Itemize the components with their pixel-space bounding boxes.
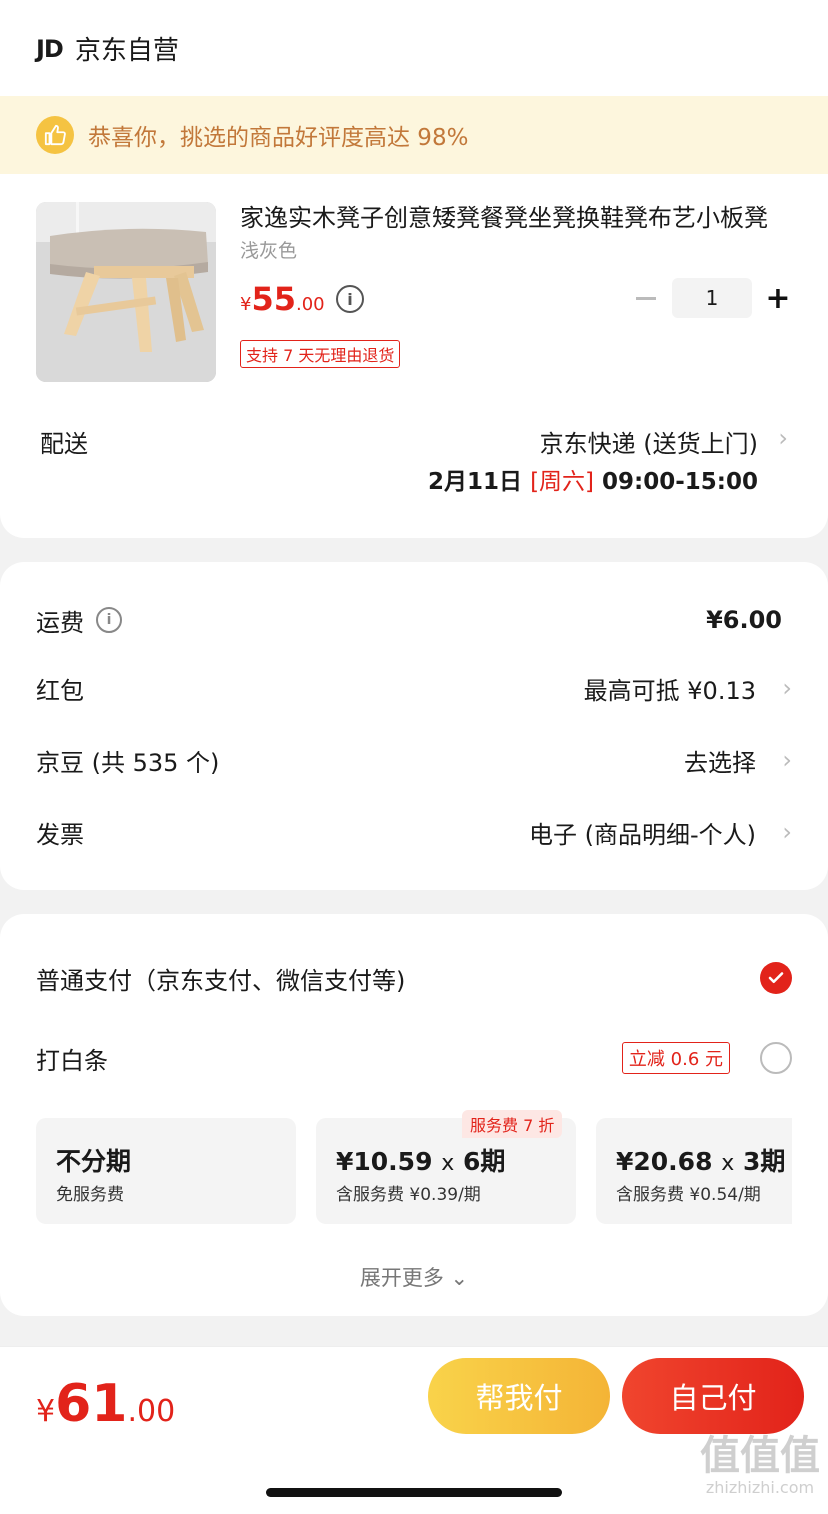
normal-payment-label: 普通支付（京东支付、微信支付等)	[36, 966, 406, 995]
installment-option[interactable]: ¥20.68 x 3期 含服务费 ¥0.54/期	[596, 1118, 792, 1224]
installment-options: 不分期 免服务费 ¥10.59 x 6期 含服务费 ¥0.39/期 ¥20.68…	[36, 1118, 792, 1224]
radio-unchecked-icon[interactable]	[760, 1042, 792, 1074]
service-fee-badge: 服务费 7 折	[462, 1110, 563, 1138]
chevron-right-icon: ›	[782, 818, 792, 846]
jd-logo: JD	[36, 34, 64, 63]
total-integer: 61	[55, 1374, 128, 1434]
product-variant: 浅灰色	[240, 240, 298, 262]
store-name: 京东自营	[74, 36, 179, 66]
jingdou-label: 京豆 (共 535 个)	[36, 748, 220, 777]
expand-more-button[interactable]: 展开更多 ⌄	[0, 1262, 828, 1292]
return-policy-tag: 支持 7 天无理由退货	[240, 340, 401, 368]
delivery-method[interactable]: 京东快递 (送货上门)	[540, 424, 758, 459]
redpacket-row[interactable]: 红包 最高可抵 ¥0.13 ›	[36, 668, 792, 708]
jingdou-row[interactable]: 京豆 (共 535 个) 去选择 ›	[36, 740, 792, 780]
installment-main: ¥20.68 x 3期	[616, 1142, 785, 1178]
total-price: ¥ 61 .00	[36, 1374, 175, 1434]
payment-card: 普通支付（京东支付、微信支付等) 打白条 立减 0.6 元	[0, 914, 828, 1316]
installment-sub: 含服务费 ¥0.54/期	[616, 1185, 761, 1205]
shipping-row: 运费 i ¥6.00	[36, 600, 792, 640]
store-header[interactable]: JD 京东自营	[36, 30, 179, 67]
product-image[interactable]	[36, 202, 216, 382]
chevron-right-icon[interactable]: ›	[778, 424, 788, 452]
price-decimal: .00	[295, 294, 325, 315]
baitiao-label: 打白条	[36, 1046, 108, 1075]
installment-amount: ¥10.59	[336, 1147, 433, 1176]
price-symbol: ¥	[240, 294, 252, 315]
home-indicator[interactable]	[266, 1488, 562, 1497]
thumbs-up-icon	[36, 116, 74, 154]
installment-times: x	[721, 1151, 735, 1176]
normal-payment-option[interactable]: 普通支付（京东支付、微信支付等)	[36, 958, 792, 998]
help-me-pay-button[interactable]: 帮我付	[428, 1358, 610, 1434]
delivery-label: 配送	[40, 430, 88, 458]
pay-myself-button[interactable]: 自己付	[622, 1358, 804, 1434]
total-symbol: ¥	[36, 1394, 56, 1429]
delivery-time[interactable]: 2月11日 [周六] 09:00-15:00	[428, 462, 758, 496]
installment-option[interactable]: 不分期 免服务费	[36, 1118, 296, 1224]
delivery-date: 2月11日	[428, 469, 531, 495]
jingdou-value: 去选择	[684, 748, 756, 777]
checkmark-icon[interactable]	[760, 962, 792, 994]
chevron-right-icon: ›	[782, 674, 792, 702]
baitiao-discount-tag: 立减 0.6 元	[621, 1042, 730, 1074]
expand-more-label: 展开更多	[359, 1266, 444, 1290]
invoice-row[interactable]: 发票 电子 (商品明细-个人) ›	[36, 812, 792, 852]
quantity-input[interactable]: 1	[672, 278, 752, 318]
installment-main: 不分期	[56, 1147, 132, 1176]
shipping-label: 运费	[36, 608, 84, 637]
product-title[interactable]: 家逸实木凳子创意矮凳餐凳坐凳换鞋凳布艺小板凳	[240, 198, 780, 233]
watermark-text: 值值值	[700, 1433, 820, 1479]
chevron-right-icon: ›	[782, 746, 792, 774]
installment-amount: ¥20.68	[616, 1147, 713, 1176]
installment-period: 6期	[462, 1147, 506, 1176]
shipping-info-icon[interactable]: i	[96, 607, 122, 633]
installment-times: x	[441, 1151, 455, 1176]
installment-period: 3期	[742, 1147, 786, 1176]
watermark-url: zhizhizhi.com	[705, 1478, 815, 1497]
watermark: 值值值 zhizhizhi.com	[700, 1436, 820, 1496]
redpacket-label: 红包	[36, 676, 84, 705]
price-info-icon[interactable]: i	[336, 285, 364, 313]
installment-sub: 免服务费	[56, 1185, 124, 1205]
installment-sub: 含服务费 ¥0.39/期	[336, 1185, 481, 1205]
invoice-label: 发票	[36, 820, 84, 849]
shipping-value: ¥6.00	[706, 606, 782, 634]
fees-card: 运费 i ¥6.00 红包 最高可抵 ¥0.13 › 京豆 (共 535 个) 去…	[0, 562, 828, 890]
baitiao-payment-option[interactable]: 打白条 立减 0.6 元	[36, 1038, 792, 1078]
order-item-card: JD 京东自营 恭喜你，挑选的商品好评度高达 98% 家逸实木凳子创意矮凳餐凳坐…	[0, 0, 828, 538]
chevron-down-icon: ⌄	[450, 1266, 469, 1290]
total-decimal: .00	[127, 1394, 176, 1429]
banner-text: 恭喜你，挑选的商品好评度高达 98%	[88, 125, 469, 151]
rating-banner: 恭喜你，挑选的商品好评度高达 98%	[0, 96, 828, 174]
price-integer: 55	[251, 280, 296, 318]
redpacket-value: 最高可抵 ¥0.13	[583, 676, 756, 705]
installment-main: ¥10.59 x 6期	[336, 1142, 505, 1178]
delivery-weekday: [周六]	[530, 469, 595, 495]
delivery-hours: 09:00-15:00	[594, 469, 758, 495]
invoice-value: 电子 (商品明细-个人)	[528, 820, 756, 849]
product-price: ¥ 55 .00	[240, 280, 325, 318]
quantity-increase-button[interactable]: +	[762, 278, 794, 318]
quantity-decrease-button[interactable]	[630, 280, 662, 316]
